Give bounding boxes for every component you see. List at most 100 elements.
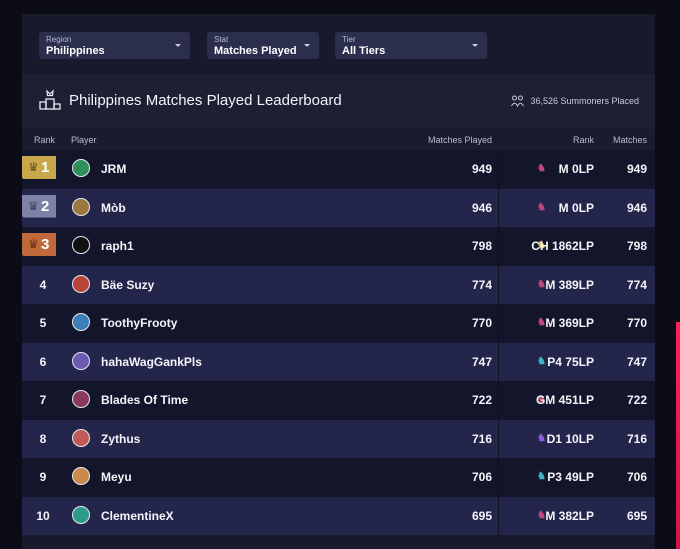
matches-value: 722 [626, 393, 647, 407]
podium-icon [39, 89, 61, 110]
player-name-link[interactable]: Bäe Suzy [101, 278, 154, 292]
matches-played-value: 695 [471, 508, 492, 523]
column-divider [498, 496, 499, 535]
avatar[interactable] [72, 313, 90, 331]
stat-select[interactable]: Stat Matches Played [207, 32, 319, 59]
tier-select[interactable]: Tier All Tiers [335, 32, 487, 59]
tier-rank-value: M 382LP [545, 508, 594, 523]
matches-value: 798 [626, 239, 647, 253]
avatar[interactable] [72, 467, 90, 485]
rank-medal: ♛ 2 [22, 194, 56, 218]
column-divider [498, 342, 499, 381]
tier-rank-value: M 369LP [545, 316, 594, 330]
matches-played-value: 716 [471, 431, 492, 446]
rank-medal: ♛ 3 [22, 233, 56, 256]
crown-icon: ♛ [28, 237, 39, 251]
rank-number: 4 [39, 277, 47, 292]
tier-rank-value: D1 10LP [546, 431, 594, 446]
rank-number: 1 [41, 159, 50, 176]
tier-rank-value: M 0LP [558, 162, 594, 176]
table-row[interactable]: ♛ 3 raph1 798 ♞ CH 1862LP 798 [22, 227, 655, 266]
avatar[interactable] [72, 274, 90, 293]
table-header: Rank Player Matches Played Rank Matches [22, 129, 655, 150]
column-divider [498, 188, 499, 227]
table-row[interactable]: 9 Meyu 706 ♞ P3 49LP 706 [22, 458, 655, 497]
tier-rank-value: CH 1862LP [531, 239, 594, 253]
table-row[interactable]: 7 Blades Of Time 722 ♞ GM 451LP 722 [22, 381, 655, 420]
table-row[interactable]: ♛ 1 JRM 949 ♞ M 0LP 949 [22, 150, 655, 189]
chevron-down-icon [304, 44, 310, 47]
column-divider [498, 304, 499, 343]
avatar[interactable] [72, 351, 90, 370]
matches-value: 716 [626, 431, 647, 446]
rank-number: 2 [41, 197, 50, 215]
crown-icon: ♛ [28, 160, 39, 174]
avatar[interactable] [72, 197, 90, 216]
table-row[interactable]: 6 hahaWagGankPls 747 ♞ P4 75LP 747 [22, 342, 655, 381]
table-row[interactable]: 4 Bäe Suzy 774 ♞ M 389LP 774 [22, 265, 655, 304]
matches-played-value: 774 [471, 277, 492, 292]
tier-rank-value: M 389LP [545, 277, 594, 292]
chevron-down-icon [175, 44, 181, 47]
tier-rank-value: M 0LP [558, 200, 594, 215]
avatar[interactable] [72, 159, 90, 177]
player-name-link[interactable]: ToothyFrooty [101, 316, 177, 330]
avatar[interactable] [72, 236, 90, 254]
tier-select-value: All Tiers [342, 45, 386, 57]
matches-value: 770 [626, 316, 647, 330]
region-select-label: Region [46, 35, 72, 44]
player-name-link[interactable]: hahaWagGankPls [101, 355, 202, 369]
region-select[interactable]: Region Philippines [39, 32, 190, 59]
player-name-link[interactable]: Mòb [101, 201, 126, 215]
table-row[interactable]: ♛ 2 Mòb 946 ♞ M 0LP 946 [22, 188, 655, 227]
table-row[interactable]: 8 Zythus 716 ♞ D1 10LP 716 [22, 419, 655, 458]
avatar[interactable] [72, 428, 90, 447]
column-matches[interactable]: Matches [602, 135, 647, 145]
column-player[interactable]: Player [71, 135, 97, 145]
rank-number: 3 [41, 236, 50, 253]
rank-medal: ♛ 1 [22, 156, 56, 179]
matches-played-value: 722 [471, 393, 492, 407]
column-matches-played[interactable]: Matches Played [402, 135, 492, 145]
rank-number: 5 [39, 316, 47, 330]
matches-played-value: 706 [471, 470, 492, 484]
table-row[interactable]: 10 ClementineX 695 ♞ M 382LP 695 [22, 496, 655, 535]
player-name-link[interactable]: Blades Of Time [101, 393, 188, 407]
summoners-placed: 36,526 Summoners Placed [511, 95, 639, 107]
region-select-value: Philippines [46, 45, 105, 57]
crown-icon: ♛ [28, 198, 39, 213]
player-name-link[interactable]: Zythus [101, 432, 140, 446]
rank-number: 6 [39, 354, 47, 369]
player-name-link[interactable]: JRM [101, 162, 126, 176]
column-divider [498, 150, 499, 189]
player-name-link[interactable]: Meyu [101, 470, 132, 484]
table-row[interactable]: 5 ToothyFrooty 770 ♞ M 369LP 770 [22, 304, 655, 343]
column-rank[interactable]: Rank [34, 135, 55, 145]
avatar[interactable] [72, 505, 90, 524]
rank-number: 7 [39, 393, 47, 407]
column-divider [498, 458, 499, 497]
tier-rank-value: P4 75LP [547, 354, 594, 369]
users-icon [511, 95, 525, 107]
matches-value: 774 [626, 277, 647, 292]
rank-number: 9 [39, 470, 47, 484]
column-divider [498, 419, 499, 458]
tier-rank-value: GM 451LP [535, 393, 594, 407]
accent-stripe [676, 322, 680, 549]
matches-played-value: 747 [471, 354, 492, 369]
matches-played-value: 798 [471, 239, 492, 253]
summoners-placed-text: 36,526 Summoners Placed [530, 96, 639, 106]
player-name-link[interactable]: raph1 [101, 239, 134, 253]
player-name-link[interactable]: ClementineX [101, 509, 174, 523]
avatar[interactable] [72, 390, 90, 408]
rank-number: 8 [39, 431, 47, 446]
column-divider [498, 227, 499, 266]
matches-value: 747 [626, 354, 647, 369]
column-tier-rank[interactable]: Rank [502, 135, 594, 145]
matches-value: 695 [626, 508, 647, 523]
matches-value: 946 [626, 200, 647, 215]
matches-value: 706 [626, 470, 647, 484]
tier-select-label: Tier [342, 35, 356, 44]
matches-played-value: 949 [471, 162, 492, 176]
matches-value: 949 [626, 162, 647, 176]
